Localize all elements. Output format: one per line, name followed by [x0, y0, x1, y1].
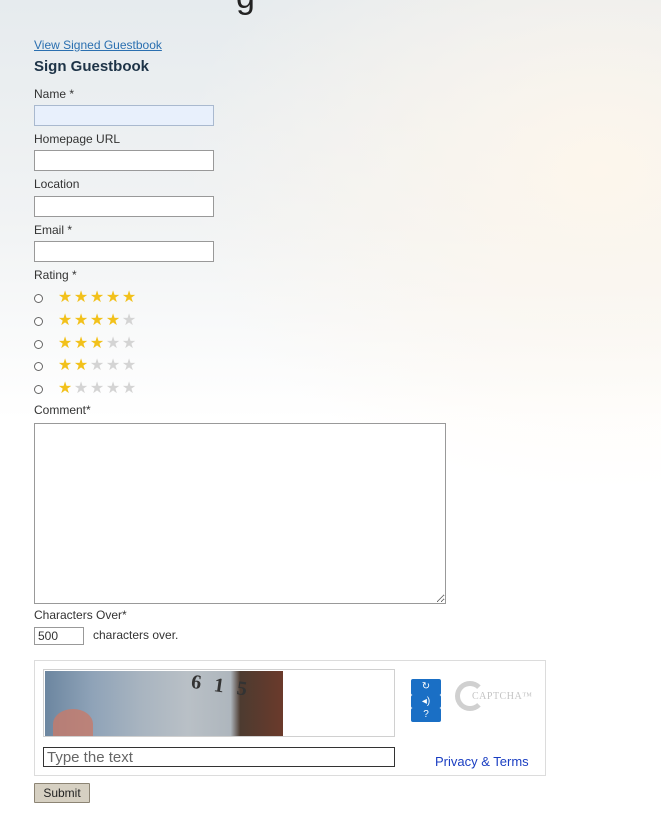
star-filled-icon: ★ — [57, 312, 73, 329]
page-title-fragment: g — [236, 0, 255, 17]
star-empty-icon: ★ — [105, 335, 121, 352]
captcha-input[interactable] — [43, 747, 395, 767]
comment-label: Comment* — [34, 403, 91, 417]
location-label: Location — [34, 177, 80, 191]
homepage-label: Homepage URL — [34, 132, 121, 146]
help-icon[interactable]: ? — [411, 708, 441, 722]
captcha-image: 6 1 5 — [45, 670, 283, 736]
star-empty-icon: ★ — [121, 380, 137, 397]
star-filled-icon: ★ — [57, 335, 73, 352]
rating-radio-1[interactable] — [34, 384, 43, 394]
star-filled-icon: ★ — [105, 289, 121, 306]
star-filled-icon: ★ — [105, 312, 121, 329]
rating-stars-1: ★ ★ ★ ★ ★ — [57, 381, 137, 397]
refresh-icon[interactable]: ↻ — [411, 679, 441, 695]
star-empty-icon: ★ — [121, 312, 137, 329]
characters-over-suffix: characters over. — [93, 628, 179, 642]
rating-stars-2: ★ ★ ★ ★ ★ — [57, 358, 137, 374]
star-empty-icon: ★ — [105, 357, 121, 374]
rating-radio-2[interactable] — [34, 361, 43, 371]
homepage-url-field[interactable] — [34, 150, 214, 171]
rating-radio-5[interactable] — [34, 293, 43, 303]
recaptcha-logo-text: CAPTCHA™ — [472, 691, 533, 702]
location-field[interactable] — [34, 196, 214, 217]
rating-stars-3: ★ ★ ★ ★ ★ — [57, 336, 137, 352]
rating-stars-5: ★ ★ ★ ★ ★ — [57, 290, 137, 306]
rating-stars-4: ★ ★ ★ ★ ★ — [57, 313, 137, 329]
star-empty-icon: ★ — [121, 357, 137, 374]
star-empty-icon: ★ — [121, 335, 137, 352]
rating-option-4[interactable]: ★ ★ ★ ★ ★ — [34, 312, 137, 330]
star-filled-icon: ★ — [121, 289, 137, 306]
audio-icon[interactable]: ◂) — [411, 695, 441, 708]
rating-label: Rating * — [34, 268, 77, 282]
star-filled-icon: ★ — [73, 289, 89, 306]
star-filled-icon: ★ — [57, 380, 73, 397]
captcha-image-text: 6 1 5 — [189, 670, 253, 702]
star-filled-icon: ★ — [89, 289, 105, 306]
star-filled-icon: ★ — [89, 312, 105, 329]
email-label: Email * — [34, 223, 73, 237]
captcha-image-frame: 6 1 5 — [43, 669, 395, 737]
star-filled-icon: ★ — [57, 357, 73, 374]
rating-option-3[interactable]: ★ ★ ★ ★ ★ — [34, 335, 137, 353]
rating-option-5[interactable]: ★ ★ ★ ★ ★ — [34, 289, 137, 307]
view-signed-guestbook-link[interactable]: View Signed Guestbook — [34, 38, 162, 52]
name-label: Name * — [34, 87, 75, 101]
privacy-terms-link[interactable]: Privacy & Terms — [435, 754, 529, 769]
rating-radio-4[interactable] — [34, 316, 43, 326]
star-filled-icon: ★ — [73, 312, 89, 329]
star-empty-icon: ★ — [89, 357, 105, 374]
star-filled-icon: ★ — [89, 335, 105, 352]
star-empty-icon: ★ — [73, 380, 89, 397]
captcha-widget: 6 1 5 ↻ ◂) ? CAPTCHA™ Privacy & Terms — [34, 660, 546, 776]
star-empty-icon: ★ — [105, 380, 121, 397]
rating-radio-3[interactable] — [34, 339, 43, 349]
characters-over-counter — [34, 627, 84, 645]
submit-button[interactable]: Submit — [34, 783, 90, 803]
sign-guestbook-heading: Sign Guestbook — [34, 58, 150, 75]
star-filled-icon: ★ — [57, 289, 73, 306]
comment-textarea[interactable] — [34, 423, 446, 604]
star-filled-icon: ★ — [73, 335, 89, 352]
name-field[interactable] — [34, 105, 214, 126]
email-field[interactable] — [34, 241, 214, 262]
recaptcha-logo: CAPTCHA™ — [455, 681, 537, 717]
rating-option-1[interactable]: ★ ★ ★ ★ ★ — [34, 380, 137, 398]
star-empty-icon: ★ — [89, 380, 105, 397]
rating-option-2[interactable]: ★ ★ ★ ★ ★ — [34, 357, 137, 375]
characters-over-label: Characters Over* — [34, 608, 127, 622]
captcha-image-blob — [53, 709, 93, 736]
star-filled-icon: ★ — [73, 357, 89, 374]
